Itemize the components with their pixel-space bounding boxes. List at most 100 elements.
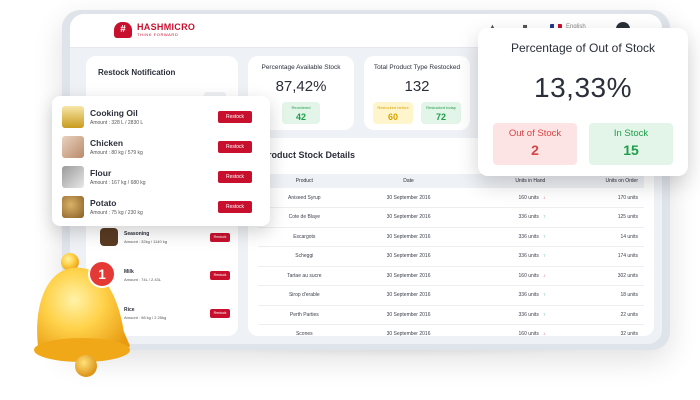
units-in-hand-value: 336 units	[518, 292, 539, 299]
product-cell: Perth Parties	[258, 305, 351, 325]
card-title: Percentage Available Stock	[261, 64, 341, 71]
chip-label: Restocked before	[377, 105, 409, 110]
product-cell: Scheggi	[258, 246, 351, 267]
brand-logo[interactable]: # HASHMICRO THINK FORWARD	[114, 22, 195, 38]
date-cell: 30 September 2016	[350, 305, 467, 325]
table-row[interactable]: Scones 30 September 2016 160 units ↓ 32 unit…	[258, 324, 644, 344]
restock-button[interactable]: Restock	[218, 201, 252, 213]
product-cell: Aniseed Syrup	[258, 188, 351, 208]
list-item-text: Seasoning Amount : 32kg / 1140 kg	[124, 231, 210, 244]
units-in-hand-cell: 160 units ↓	[466, 324, 552, 344]
restock-button[interactable]: Restock	[210, 308, 230, 318]
units-on-order-cell: 14 units	[551, 227, 644, 247]
reordered-chip: Reordered 42	[282, 102, 320, 124]
units-on-order-cell: 22 units	[551, 305, 644, 325]
table-header-row: Product Date Units in Hand Units on Orde…	[258, 174, 644, 188]
units-in-hand-value: 336 units	[518, 214, 539, 221]
table-row[interactable]: Perth Parties 30 September 2016 336 units ↑…	[258, 305, 644, 325]
date-cell: 30 September 2016	[350, 246, 467, 267]
list-item-text: Cooking Oil Amount : 328 L / 2830 L	[90, 108, 218, 126]
units-in-hand-cell: 160 units ↓	[466, 266, 552, 286]
product-cell: Scones	[258, 324, 351, 344]
flour-thumbnail	[62, 166, 84, 188]
product-cell: Escargots	[258, 227, 351, 247]
units-on-order-cell: 170 units	[551, 188, 644, 208]
units-in-hand-cell: 336 units ↑	[466, 285, 552, 306]
in-stock-box: In Stock 15	[589, 123, 673, 165]
restock-button[interactable]: Restock	[210, 232, 230, 242]
arrow-down-icon: ↓	[542, 331, 546, 338]
arrow-down-icon: ↓	[542, 272, 546, 279]
item-amount: Amount : 80 kg / 579 kg	[90, 150, 143, 156]
date-cell: 30 September 2016	[350, 285, 467, 306]
units-in-hand-cell: 336 units ↑	[466, 246, 552, 267]
restock-popup: Cooking Oil Amount : 328 L / 2830 L Rest…	[52, 96, 270, 226]
item-amount: Amount : 32kg / 1140 kg	[124, 238, 168, 244]
item-name: Flour	[90, 168, 112, 178]
stock-table: Product Date Units in Hand Units on Orde…	[258, 174, 644, 344]
out-of-stock-percentage: 13,33%	[534, 72, 632, 103]
item-name: Chicken	[90, 138, 124, 148]
product-cell: Cote de Blaye	[258, 207, 351, 228]
table-row[interactable]: Cote de Blaye 30 September 2016 336 units ↑…	[258, 207, 644, 228]
units-in-hand-value: 336 units	[518, 233, 539, 240]
list-item: Cooking Oil Amount : 328 L / 2830 L Rest…	[62, 106, 262, 128]
units-in-hand-value: 160 units	[518, 272, 539, 279]
card-title: Total Product Type Restocked	[373, 64, 461, 71]
cooking-oil-thumbnail	[62, 106, 84, 128]
list-item: Chicken Amount : 80 kg / 579 kg Restock	[62, 136, 262, 158]
arrow-up-icon: ↑	[542, 233, 546, 240]
date-cell: 30 September 2016	[350, 188, 467, 208]
column-header[interactable]: Units on Order	[551, 174, 644, 188]
arrow-up-icon: ↑	[542, 214, 546, 221]
units-in-hand-cell: 336 units ↑	[466, 227, 552, 247]
out-of-stock-label: Out of Stock	[508, 128, 562, 139]
restock-panel-title: Restock Notification	[98, 68, 176, 77]
list-item: Potato Amount : 75 kg / 230 kg Restock	[62, 196, 262, 218]
table-row[interactable]: Escargots 30 September 2016 336 units ↑ 14 u…	[258, 227, 644, 247]
in-stock-count: 15	[623, 142, 639, 158]
restocked-card: Total Product Type Restocked 132 Restock…	[364, 56, 470, 130]
restock-button[interactable]: Restock	[218, 111, 252, 123]
item-name: Potato	[90, 198, 117, 208]
restocked-today-chip: Restocked today 72	[421, 102, 461, 124]
notification-count: 1	[98, 266, 106, 282]
restock-button[interactable]: Restock	[210, 270, 230, 280]
date-cell: 30 September 2016	[350, 227, 467, 247]
out-of-stock-title: Percentage of Out of Stock	[510, 41, 656, 55]
units-on-order-cell: 18 units	[551, 285, 644, 306]
date-cell: 30 September 2016	[350, 266, 467, 286]
column-header[interactable]: Product	[258, 174, 351, 188]
units-in-hand-value: 160 units	[518, 194, 539, 201]
list-item-text: Potato Amount : 75 kg / 230 kg	[90, 198, 218, 216]
restocked-before-chip: Restocked before 60	[373, 102, 413, 124]
item-amount: Amount : 75 kg / 230 kg	[90, 210, 143, 216]
chicken-thumbnail	[62, 136, 84, 158]
units-in-hand-value: 336 units	[518, 253, 539, 260]
date-cell: 30 September 2016	[350, 324, 467, 344]
units-in-hand-cell: 160 units ↓	[466, 188, 552, 208]
column-header[interactable]: Units in Hand	[466, 174, 552, 188]
in-stock-label: In Stock	[613, 128, 649, 139]
brand-name: HASHMICRO	[137, 22, 196, 32]
restock-button[interactable]: Restock	[218, 141, 252, 153]
bell-icon[interactable]: 1	[20, 250, 138, 380]
item-name: Cooking Oil	[90, 108, 138, 118]
units-on-order-cell: 125 units	[551, 207, 644, 228]
units-in-hand-value: 336 units	[518, 311, 539, 318]
restock-button[interactable]: Restock	[218, 171, 252, 183]
table-row[interactable]: Sirop d'erable 30 September 2016 336 units…	[258, 285, 644, 306]
table-row[interactable]: Tartae au sucre 30 September 2016 160 unit…	[258, 266, 644, 286]
brand-text: HASHMICRO THINK FORWARD	[137, 23, 195, 37]
units-on-order-cell: 174 units	[551, 246, 644, 267]
table-row[interactable]: Aniseed Syrup 30 September 2016 160 units ↓…	[258, 188, 644, 208]
table-row[interactable]: Scheggi 30 September 2016 336 units ↑ 174 un…	[258, 246, 644, 267]
chip-label: Restocked today	[426, 105, 456, 110]
restocked-value: 132	[404, 78, 430, 95]
product-cell: Sirop d'erable	[258, 285, 351, 306]
chip-value: 60	[387, 112, 398, 122]
column-header[interactable]: Date	[350, 174, 467, 188]
list-item-text: Chicken Amount : 80 kg / 579 kg	[90, 138, 218, 156]
units-on-order-cell: 32 units	[551, 324, 644, 344]
available-stock-value: 87,42%	[275, 78, 327, 95]
